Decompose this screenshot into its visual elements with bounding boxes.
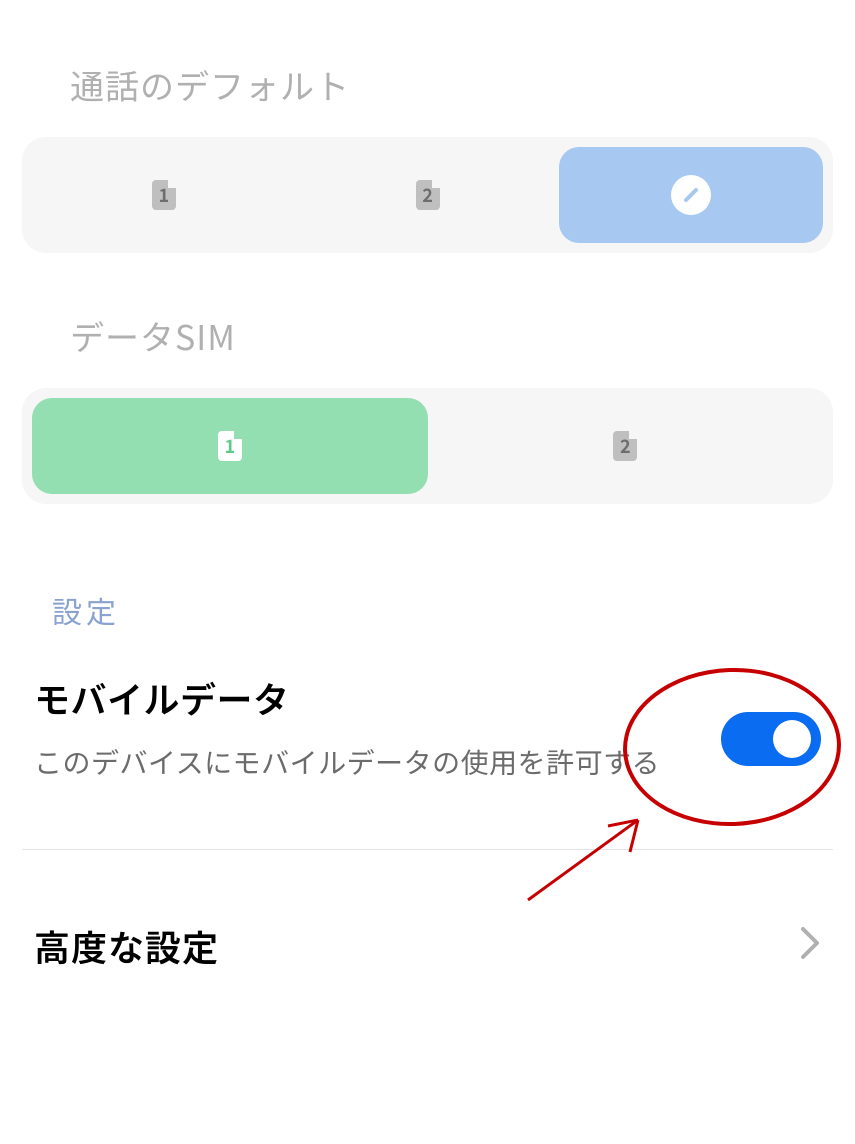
sim-number: 2 bbox=[422, 182, 433, 208]
call-default-option-2[interactable]: 2 bbox=[296, 147, 560, 243]
mobile-data-description: このデバイスにモバイルデータの使用を許可する bbox=[34, 740, 674, 785]
annotation-arrow bbox=[508, 800, 668, 915]
mobile-data-row: モバイルデータ このデバイスにモバイルデータの使用を許可する bbox=[22, 672, 833, 785]
toggle-knob bbox=[773, 720, 811, 758]
call-default-option-edit[interactable] bbox=[559, 147, 823, 243]
data-sim-option-1[interactable]: 1 bbox=[32, 398, 428, 494]
call-default-selector: 1 2 bbox=[22, 137, 833, 253]
sim-number: 1 bbox=[224, 433, 235, 459]
edit-icon bbox=[671, 175, 711, 215]
sim-number: 1 bbox=[159, 182, 170, 208]
sim-number: 2 bbox=[620, 433, 631, 459]
sim-card-icon: 2 bbox=[613, 431, 637, 461]
sim-card-icon: 1 bbox=[152, 180, 176, 210]
sim-card-icon: 2 bbox=[416, 180, 440, 210]
mobile-data-title: モバイルデータ bbox=[34, 672, 721, 724]
advanced-settings-row[interactable]: 高度な設定 bbox=[22, 920, 833, 972]
mobile-data-toggle[interactable] bbox=[721, 712, 821, 766]
section-title-call-default: 通話のデフォルト bbox=[22, 0, 833, 109]
sim-card-icon: 1 bbox=[218, 431, 242, 461]
data-sim-selector: 1 2 bbox=[22, 388, 833, 504]
data-sim-option-2[interactable]: 2 bbox=[428, 398, 824, 494]
divider bbox=[22, 849, 833, 850]
section-title-data-sim: データSIM bbox=[22, 253, 833, 360]
chevron-right-icon bbox=[799, 925, 821, 966]
advanced-settings-title: 高度な設定 bbox=[34, 920, 219, 972]
section-title-settings: 設定 bbox=[22, 504, 833, 632]
call-default-option-1[interactable]: 1 bbox=[32, 147, 296, 243]
